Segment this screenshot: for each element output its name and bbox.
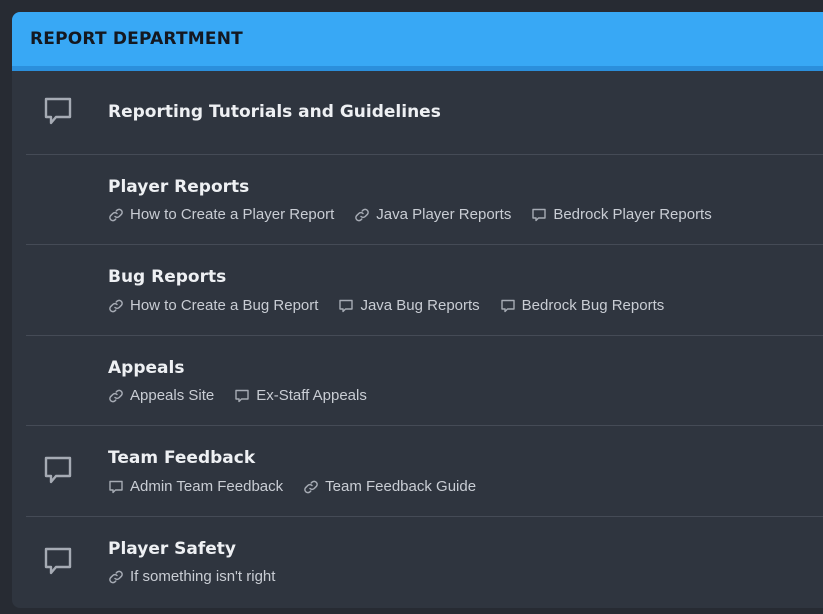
- link-icon: [109, 299, 123, 312]
- subforum-link[interactable]: How to Create a Player Report: [108, 206, 334, 223]
- subforum-link[interactable]: Java Player Reports: [354, 206, 511, 223]
- subforum-link-label: Team Feedback Guide: [325, 478, 477, 495]
- subforum-link-label: How to Create a Bug Report: [130, 297, 319, 314]
- subforum-link[interactable]: Bedrock Player Reports: [531, 206, 712, 223]
- subforum-link[interactable]: Ex-Staff Appeals: [234, 387, 367, 404]
- forum-row-reporting-tutorials[interactable]: Reporting Tutorials and Guidelines: [26, 71, 823, 155]
- subforum-links: How to Create a Player Report Java Playe…: [108, 206, 712, 223]
- chat-bubble-icon: [500, 299, 515, 312]
- forum-title[interactable]: Team Feedback: [108, 448, 255, 468]
- forum-row-appeals[interactable]: Appeals Appeals Site Ex-Staff Appeals: [26, 336, 823, 426]
- section-title: REPORT DEPARTMENT: [30, 29, 243, 49]
- link-icon: [355, 208, 370, 221]
- subforum-link-label: Admin Team Feedback: [130, 478, 284, 495]
- subforum-link[interactable]: Java Bug Reports: [338, 297, 480, 314]
- subforum-link[interactable]: Team Feedback Guide: [303, 478, 476, 495]
- subforum-link[interactable]: Admin Team Feedback: [108, 478, 283, 495]
- subforum-link-label: If something isn't right: [130, 568, 276, 585]
- subforum-link-label: How to Create a Player Report: [130, 206, 335, 223]
- subforum-links: Admin Team Feedback Team Feedback Guide: [108, 478, 476, 495]
- chat-bubble-icon: [42, 95, 74, 127]
- chat-bubble-icon: [339, 299, 354, 312]
- subforum-link-label: Java Bug Reports: [360, 297, 480, 314]
- forum-row-bug-reports[interactable]: Bug Reports How to Create a Bug Report J…: [26, 245, 823, 336]
- forum-row-team-feedback[interactable]: Team Feedback Admin Team Feedback Team F…: [26, 426, 823, 517]
- chat-bubble-icon: [42, 545, 74, 577]
- report-department-panel: REPORT DEPARTMENT Reporting Tutorials an…: [12, 12, 823, 608]
- chat-bubble-icon: [42, 454, 74, 486]
- chat-bubble-icon: [235, 389, 249, 402]
- forum-title[interactable]: Player Safety: [108, 539, 236, 559]
- forum-title[interactable]: Reporting Tutorials and Guidelines: [108, 102, 441, 122]
- forum-title[interactable]: Appeals: [108, 358, 184, 378]
- forum-title[interactable]: Bug Reports: [108, 267, 226, 287]
- link-icon: [304, 480, 318, 493]
- subforum-links: Appeals Site Ex-Staff Appeals: [108, 387, 367, 404]
- chat-bubble-icon: [109, 480, 123, 493]
- chat-bubble-icon: [532, 208, 547, 221]
- forum-title[interactable]: Player Reports: [108, 177, 249, 197]
- subforum-links: If something isn't right: [108, 568, 275, 585]
- section-header: REPORT DEPARTMENT: [12, 12, 823, 71]
- subforum-link[interactable]: Appeals Site: [108, 387, 214, 404]
- link-icon: [109, 570, 123, 583]
- subforum-link-label: Bedrock Bug Reports: [521, 297, 665, 314]
- subforum-link-label: Ex-Staff Appeals: [256, 387, 367, 404]
- subforum-link[interactable]: Bedrock Bug Reports: [500, 297, 665, 314]
- link-icon: [109, 389, 123, 402]
- link-icon: [109, 208, 123, 221]
- subforum-link[interactable]: How to Create a Bug Report: [108, 297, 318, 314]
- forum-row-player-reports[interactable]: Player Reports How to Create a Player Re…: [26, 155, 823, 245]
- subforum-link-label: Appeals Site: [130, 387, 215, 404]
- subforum-link-label: Java Player Reports: [376, 206, 512, 223]
- forum-row-player-safety[interactable]: Player Safety If something isn't right: [26, 517, 823, 607]
- subforum-link-label: Bedrock Player Reports: [553, 206, 712, 223]
- subforum-link[interactable]: If something isn't right: [108, 568, 275, 585]
- subforum-links: How to Create a Bug Report Java Bug Repo…: [108, 297, 664, 314]
